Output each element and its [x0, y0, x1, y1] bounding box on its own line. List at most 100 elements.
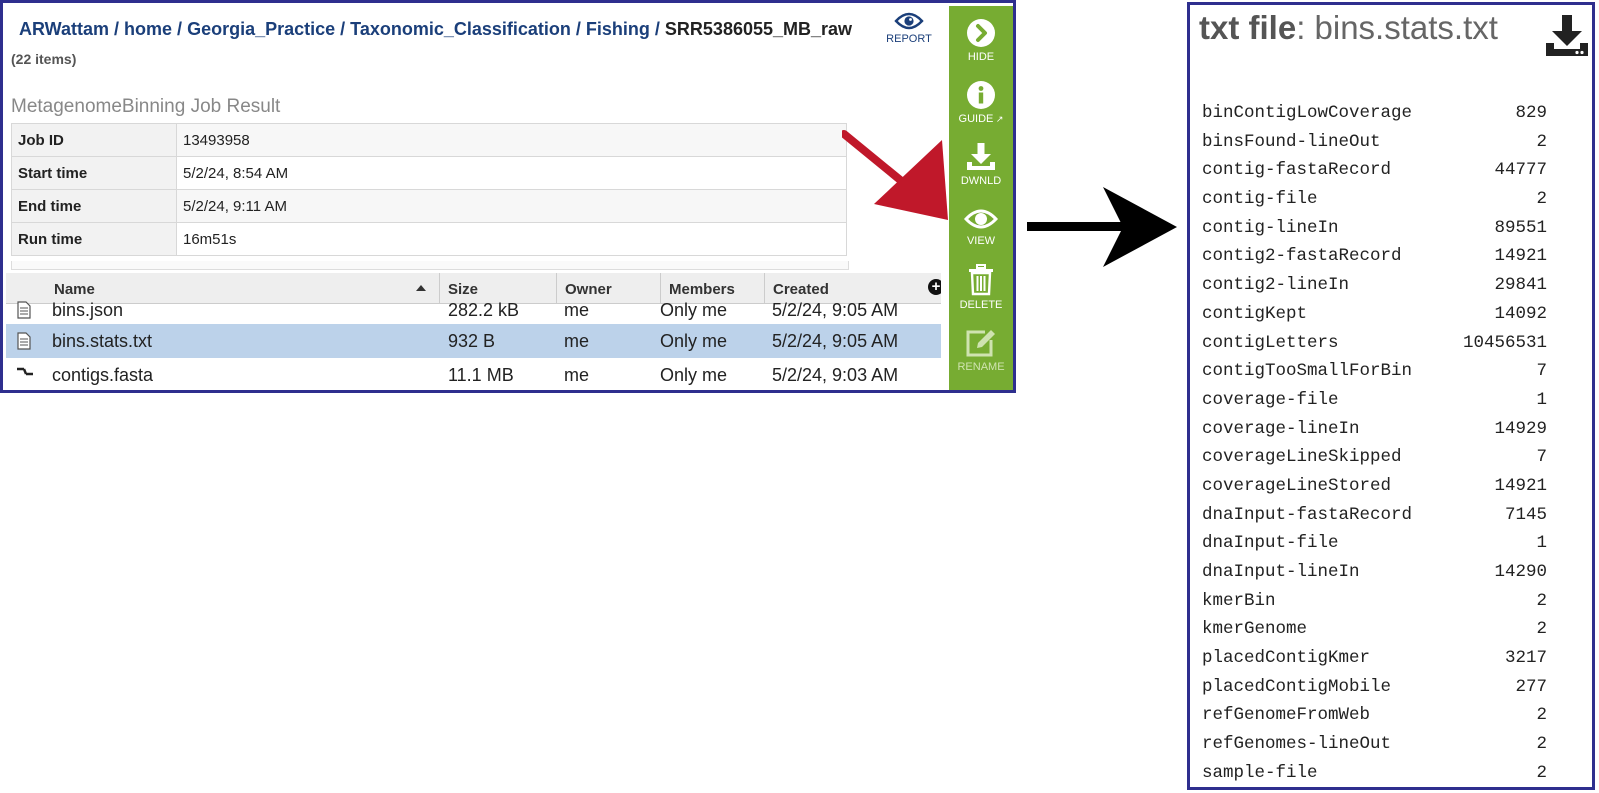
breadcrumb-link[interactable]: home — [124, 19, 172, 39]
stat-row: coverageLineSkipped 7 — [1202, 443, 1547, 472]
chevron-right-circle-icon — [967, 19, 995, 47]
breadcrumb-separator: / — [114, 19, 120, 39]
stat-key: coverage-lineIn — [1202, 418, 1360, 439]
stat-key: coverage-file — [1202, 389, 1339, 410]
breadcrumb-separator: / — [575, 19, 581, 39]
stat-key: contigTooSmallForBin — [1202, 361, 1413, 382]
hide-label: HIDE — [967, 51, 995, 63]
stat-key: placedContigMobile — [1202, 676, 1392, 697]
stat-key: binContigLowCoverage — [1202, 103, 1413, 123]
stat-value: 29841 — [1494, 275, 1547, 296]
stat-row: refGenomes-lineOut 2 — [1202, 730, 1547, 759]
stat-row: placedContigKmer 3217 — [1202, 644, 1547, 673]
stat-row: contig2-fastaRecord 14921 — [1202, 242, 1547, 271]
stat-value: 14921 — [1494, 246, 1547, 267]
file-created: 5/2/24, 9:05 AM — [772, 331, 899, 351]
breadcrumb: ARWattam / home / Georgia_Practice / Taxonomic… — [19, 19, 852, 40]
stat-row: sample-file 2 — [1202, 759, 1547, 787]
breadcrumb-link[interactable]: ARWattam — [19, 19, 109, 39]
job-info-value: 13493958 — [176, 123, 847, 157]
breadcrumb-link[interactable]: Fishing — [586, 19, 650, 39]
stat-value: 44777 — [1494, 160, 1547, 181]
rename-label: RENAME — [957, 361, 1005, 373]
sort-ascending-icon[interactable] — [416, 285, 426, 291]
item-count: (22 items) — [11, 51, 77, 67]
stat-value: 7145 — [1504, 504, 1547, 525]
file-name[interactable]: bins.stats.txt — [52, 324, 152, 358]
info-circle-icon — [967, 81, 995, 109]
stat-key: dnaInput-lineIn — [1202, 562, 1360, 582]
viewer-title-type: txt file — [1199, 9, 1297, 46]
file-row[interactable]: bins.json 282.2 kB me Only me 5/2/24, 9:… — [6, 293, 941, 327]
stat-row: dnaInput-lineIn 14290 — [1202, 558, 1547, 587]
breadcrumb-separator: / — [340, 19, 346, 39]
stat-key: contig2-fastaRecord — [1202, 246, 1402, 267]
stat-value: 2 — [1536, 189, 1547, 210]
stat-row: refGenomeFromWeb 2 — [1202, 701, 1547, 730]
file-row[interactable]: contigs.fasta 11.1 MB me Only me 5/2/24,… — [6, 358, 941, 390]
file-members: Only me — [660, 331, 728, 351]
viewer-title: txt file: bins.stats.txt — [1199, 9, 1498, 47]
breadcrumb-link[interactable]: Georgia_Practice — [187, 19, 335, 39]
rename-button[interactable]: RENAME — [949, 328, 1013, 373]
hide-button[interactable]: HIDE — [949, 18, 1013, 63]
stat-key: sample-file — [1202, 762, 1318, 783]
stat-row: contig-lineIn 89551 — [1202, 214, 1547, 243]
stat-value: 14929 — [1494, 418, 1547, 439]
document-icon — [17, 332, 31, 350]
stat-key: contig-file — [1202, 189, 1318, 210]
job-info-label: Start time — [11, 156, 177, 190]
stat-value: 829 — [1515, 103, 1547, 123]
breadcrumb-separator: / — [177, 19, 183, 39]
stat-row: dnaInput-fastaRecord 7145 — [1202, 501, 1547, 530]
download-icon[interactable] — [1544, 13, 1590, 59]
file-size: 282.2 kB — [448, 300, 520, 320]
file-created: 5/2/24, 9:03 AM — [772, 365, 899, 385]
file-owner: me — [564, 331, 590, 351]
stat-value: 2 — [1536, 705, 1547, 726]
file-name[interactable]: bins.json — [52, 293, 123, 327]
stat-row: contig2-lineIn 29841 — [1202, 271, 1547, 300]
stat-row: binContigLowCoverage 829 — [1202, 99, 1547, 128]
stat-row: contigKept 14092 — [1202, 300, 1547, 329]
file-row[interactable]: bins.stats.txt 932 B me Only me 5/2/24, … — [6, 324, 941, 358]
eye-icon — [894, 12, 924, 30]
contigs-icon — [17, 367, 33, 376]
viewer-title-filename: : bins.stats.txt — [1296, 9, 1498, 46]
stat-key: contigLetters — [1202, 332, 1339, 353]
job-info-row: Job ID 13493958 — [11, 123, 847, 157]
view-label: VIEW — [966, 235, 996, 247]
stat-key: contig-fastaRecord — [1202, 160, 1392, 181]
job-info-value: 16m51s — [176, 222, 847, 256]
stat-row: coverage-file 1 — [1202, 386, 1547, 415]
stat-row: placedContigMobile 277 — [1202, 673, 1547, 702]
breadcrumb-link[interactable]: Taxonomic_Classification — [350, 19, 571, 39]
job-info-row: End time 5/2/24, 9:11 AM — [11, 189, 847, 223]
stat-key: kmerGenome — [1202, 619, 1308, 640]
table-scrollbar[interactable] — [11, 261, 849, 270]
job-info-label: Run time — [11, 222, 177, 256]
job-info-row: Start time 5/2/24, 8:54 AM — [11, 156, 847, 190]
report-button[interactable]: REPORT — [883, 11, 935, 45]
file-owner: me — [564, 365, 590, 385]
job-info-table: Job ID 13493958 Start time 5/2/24, 8:54 … — [11, 123, 847, 256]
stat-value: 3217 — [1504, 648, 1547, 669]
delete-label: DELETE — [959, 299, 1003, 311]
stat-key: refGenomeFromWeb — [1202, 705, 1371, 726]
stat-key: coverageLineStored — [1202, 475, 1392, 496]
guide-button[interactable]: GUIDE ↗ — [949, 80, 1013, 125]
trash-icon — [969, 264, 993, 296]
stat-value: 1 — [1536, 389, 1547, 410]
stat-value: 2 — [1536, 590, 1547, 611]
stat-row: binsFound-lineOut 2 — [1202, 128, 1547, 157]
guide-label: GUIDE — [958, 113, 994, 125]
job-info-value: 5/2/24, 8:54 AM — [176, 156, 847, 190]
file-name[interactable]: contigs.fasta — [52, 358, 153, 390]
stat-value: 14290 — [1494, 562, 1547, 582]
red-arrow-annotation — [842, 130, 948, 220]
file-owner: me — [564, 300, 590, 320]
job-result-title: MetagenomeBinning Job Result — [11, 96, 281, 117]
stat-value: 7 — [1536, 361, 1547, 382]
download-label: DWNLD — [960, 175, 1002, 187]
delete-button[interactable]: DELETE — [949, 264, 1013, 311]
